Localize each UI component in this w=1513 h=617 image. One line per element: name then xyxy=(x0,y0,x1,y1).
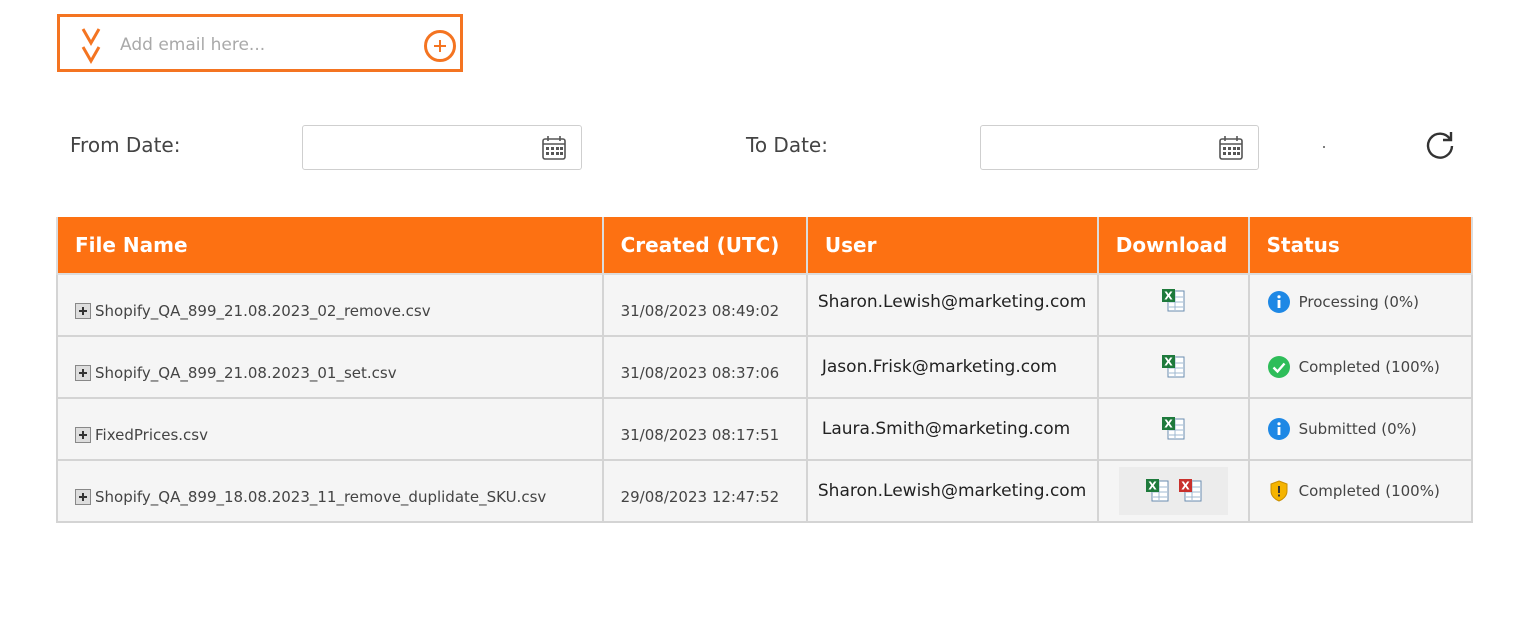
status-cell: Completed (100%) xyxy=(1247,335,1474,399)
check-icon xyxy=(1267,356,1290,378)
expand-row-icon[interactable] xyxy=(75,365,91,381)
column-header-user[interactable]: User xyxy=(805,217,1099,275)
table-row: Shopify_QA_899_18.08.2023_11_remove_dupl… xyxy=(56,459,1474,523)
created-cell: 29/08/2023 12:47:52 xyxy=(601,459,808,523)
table-row: Shopify_QA_899_21.08.2023_01_set.csv 31/… xyxy=(56,335,1474,399)
status-text: Completed (100%) xyxy=(1298,482,1440,500)
calendar-icon[interactable] xyxy=(541,135,567,161)
file-name-cell: Shopify_QA_899_21.08.2023_01_set.csv xyxy=(56,335,604,399)
table-row: FixedPrices.csv 31/08/2023 08:17:51 Laur… xyxy=(56,397,1474,461)
table-header-row: File Name Created (UTC) User Download St… xyxy=(56,217,1474,275)
column-header-file-name[interactable]: File Name xyxy=(56,217,604,275)
info-icon xyxy=(1267,291,1290,313)
file-name: Shopify_QA_899_21.08.2023_01_set.csv xyxy=(95,364,397,382)
status-cell: Completed (100%) xyxy=(1247,459,1474,523)
expand-row-icon[interactable] xyxy=(75,303,91,319)
to-date-field[interactable] xyxy=(980,125,1259,170)
download-icons-group: X X xyxy=(1118,467,1228,515)
status-text: Completed (100%) xyxy=(1298,358,1440,376)
svg-text:X: X xyxy=(1164,418,1173,431)
created-cell: 31/08/2023 08:37:06 xyxy=(601,335,808,399)
user-cell: Sharon.Lewish@marketing.com xyxy=(805,459,1099,523)
excel-icon[interactable]: X xyxy=(1159,353,1187,381)
warning-shield-icon xyxy=(1270,480,1288,502)
from-date-field[interactable] xyxy=(302,125,582,170)
excel-icon[interactable]: X xyxy=(1159,287,1187,315)
excel-error-icon[interactable]: X xyxy=(1176,477,1204,505)
created-cell: 31/08/2023 08:17:51 xyxy=(601,397,808,461)
from-date-label: From Date: xyxy=(70,133,181,157)
file-name-cell: Shopify_QA_899_18.08.2023_11_remove_dupl… xyxy=(56,459,604,523)
download-cell: X xyxy=(1096,273,1250,337)
download-cell: X xyxy=(1096,335,1250,399)
download-cell: X X xyxy=(1096,459,1250,523)
reports-table: File Name Created (UTC) User Download St… xyxy=(56,217,1474,523)
created-date: 31/08/2023 08:17:51 xyxy=(620,426,780,444)
user-email: Sharon.Lewish@marketing.com xyxy=(817,292,1087,312)
created-date: 31/08/2023 08:37:06 xyxy=(620,364,780,382)
column-header-download[interactable]: Download xyxy=(1096,217,1250,275)
calendar-icon[interactable] xyxy=(1218,135,1244,161)
brand-logo-icon xyxy=(81,28,101,65)
svg-text:X: X xyxy=(1181,480,1190,493)
file-name: FixedPrices.csv xyxy=(95,426,208,444)
column-header-status[interactable]: Status xyxy=(1247,217,1474,275)
user-cell: Jason.Frisk@marketing.com xyxy=(805,335,1099,399)
file-name: Shopify_QA_899_18.08.2023_11_remove_dupl… xyxy=(95,488,547,506)
user-email: Jason.Frisk@marketing.com xyxy=(821,357,1058,377)
expand-row-icon[interactable] xyxy=(75,427,91,443)
status-text: Submitted (0%) xyxy=(1298,420,1417,438)
info-icon xyxy=(1267,418,1290,440)
excel-icon[interactable]: X xyxy=(1159,415,1187,443)
svg-text:X: X xyxy=(1164,356,1173,369)
status-text: Processing (0%) xyxy=(1298,293,1420,311)
file-name: Shopify_QA_899_21.08.2023_02_remove.csv xyxy=(95,302,431,320)
user-email: Laura.Smith@marketing.com xyxy=(821,419,1071,439)
email-input-box xyxy=(57,14,463,72)
status-cell: Processing (0%) xyxy=(1247,273,1474,337)
status-cell: Submitted (0%) xyxy=(1247,397,1474,461)
plus-icon xyxy=(434,40,446,52)
excel-icon[interactable]: X xyxy=(1143,477,1171,505)
created-date: 29/08/2023 12:47:52 xyxy=(620,488,780,506)
user-cell: Sharon.Lewish@marketing.com xyxy=(805,273,1099,337)
svg-text:X: X xyxy=(1164,290,1173,303)
download-cell: X xyxy=(1096,397,1250,461)
user-email: Sharon.Lewish@marketing.com xyxy=(817,481,1087,501)
separator-dot xyxy=(1323,146,1325,148)
add-email-button[interactable] xyxy=(424,30,456,62)
user-cell: Laura.Smith@marketing.com xyxy=(805,397,1099,461)
created-cell: 31/08/2023 08:49:02 xyxy=(601,273,808,337)
refresh-icon[interactable] xyxy=(1424,129,1456,161)
created-date: 31/08/2023 08:49:02 xyxy=(620,302,780,320)
table-row: Shopify_QA_899_21.08.2023_02_remove.csv … xyxy=(56,273,1474,337)
to-date-label: To Date: xyxy=(746,133,828,157)
file-name-cell: Shopify_QA_899_21.08.2023_02_remove.csv xyxy=(56,273,604,337)
svg-text:X: X xyxy=(1148,480,1157,493)
email-input[interactable] xyxy=(118,31,412,59)
column-header-created[interactable]: Created (UTC) xyxy=(601,217,808,275)
file-name-cell: FixedPrices.csv xyxy=(56,397,604,461)
expand-row-icon[interactable] xyxy=(75,489,91,505)
